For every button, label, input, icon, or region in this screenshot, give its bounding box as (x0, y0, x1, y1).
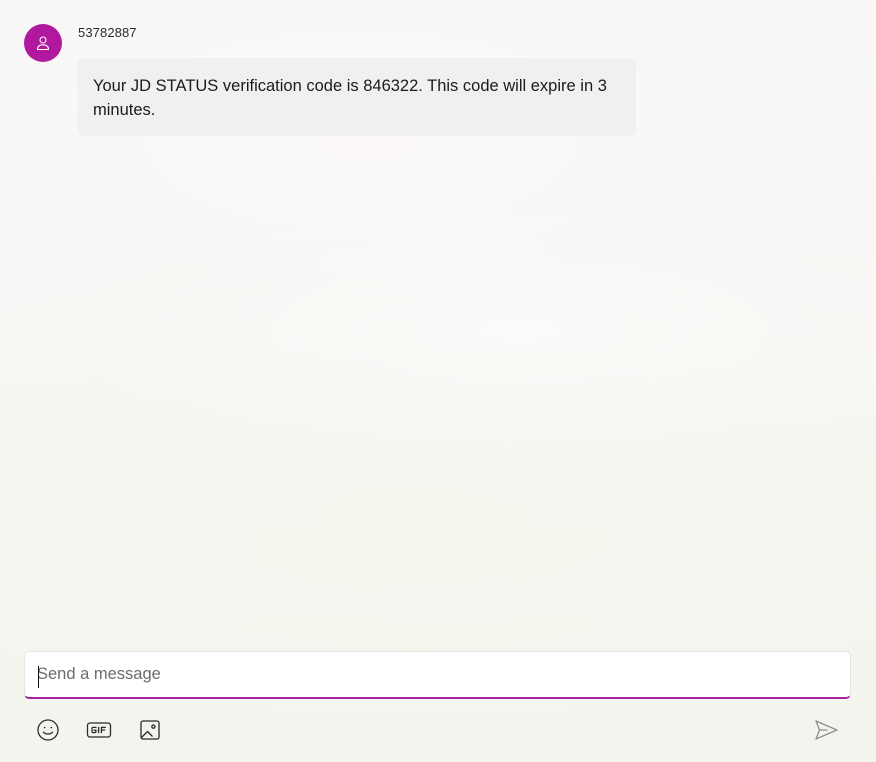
image-button[interactable] (134, 714, 166, 746)
emoji-button[interactable] (32, 714, 64, 746)
gif-icon (86, 722, 112, 738)
send-icon (815, 720, 838, 740)
sender-name: 53782887 (78, 25, 137, 40)
person-icon (36, 36, 50, 51)
gif-button[interactable] (83, 714, 115, 746)
message-thread: 53782887 Your JD STATUS verification cod… (0, 0, 876, 640)
message-composer[interactable] (24, 651, 851, 699)
emoji-icon (37, 719, 59, 741)
send-button[interactable] (810, 714, 842, 746)
contact-avatar[interactable] (24, 24, 62, 62)
message-bubble[interactable]: Your JD STATUS verification code is 8463… (78, 58, 636, 136)
image-icon (140, 720, 160, 740)
message-input[interactable] (37, 652, 827, 697)
text-caret (38, 666, 39, 688)
